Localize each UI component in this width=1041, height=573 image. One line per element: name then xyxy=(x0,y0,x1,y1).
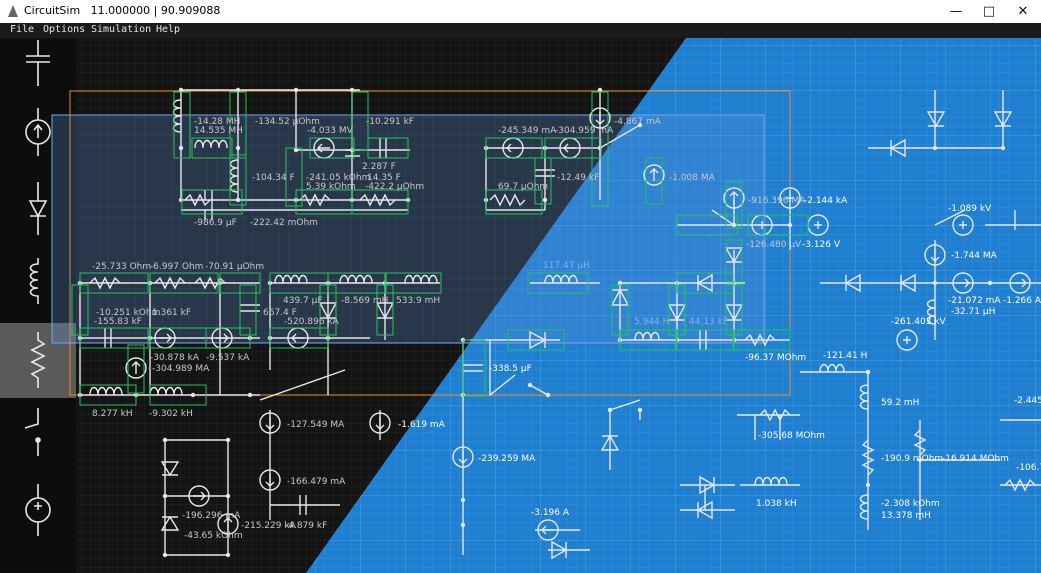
menu-bar: File Options Simulation Help xyxy=(0,23,1041,38)
label: -2.445 xyxy=(1014,396,1041,406)
label: -8.569 mH xyxy=(341,296,388,306)
label: 117.47 μH xyxy=(543,261,590,271)
label: 439.7 μF xyxy=(283,296,323,306)
label: -104.34 F xyxy=(252,173,295,183)
label: -166.479 mA xyxy=(287,477,346,487)
menu-options[interactable]: Options xyxy=(43,24,85,35)
label: 59.2 mH xyxy=(881,398,919,408)
label: -30.878 kA xyxy=(150,353,200,363)
label: -3.196 A xyxy=(531,508,570,518)
minimize-button[interactable]: — xyxy=(939,0,973,23)
label: -338.5 μF xyxy=(489,364,532,374)
label: -261.403 kV xyxy=(891,317,947,327)
label: -121.41 H xyxy=(823,351,867,361)
app-name: CircuitSim xyxy=(24,4,81,17)
label: -3.126 V xyxy=(802,240,841,250)
label: -222.42 mOhm xyxy=(250,218,318,228)
label: -520.896 kA xyxy=(284,317,340,327)
label: -916.396 MA xyxy=(748,196,806,206)
label: 69.7 μOhm xyxy=(498,182,548,192)
label: -304.989 MA xyxy=(152,364,210,374)
menu-file[interactable]: File xyxy=(10,24,34,35)
label: 8.277 kH xyxy=(92,409,133,419)
label: -43.65 kOhm xyxy=(184,531,243,541)
label: -190.9 mOhm xyxy=(881,454,943,464)
label: -16.914 MOhm xyxy=(942,454,1009,464)
label: -25.733 Ohm xyxy=(92,262,151,272)
label: -4.867 mA xyxy=(614,117,662,127)
label: -245.349 mA xyxy=(498,126,557,136)
label: -305.68 MOhm xyxy=(758,431,825,441)
label: -9.537 kA xyxy=(206,353,250,363)
label: -9.302 kH xyxy=(149,409,193,419)
label: 5.944 H xyxy=(634,317,669,327)
app-icon xyxy=(8,5,18,17)
label: -1.089 kV xyxy=(948,204,992,214)
label: 44.13 kF xyxy=(689,317,728,327)
label: -2.308 kOhm xyxy=(881,499,940,509)
circuit-canvas[interactable]: -14.28 MH 14.535 MH -134.52 μOhm -4.033 … xyxy=(0,38,1041,573)
label: -127.549 MA xyxy=(287,420,345,430)
label: 533.9 mH xyxy=(396,296,440,306)
label: -1.266 A xyxy=(1003,296,1041,306)
label: -21.072 mA xyxy=(948,296,1001,306)
status-readout: 11.000000 | 90.909088 xyxy=(90,4,221,17)
close-button[interactable]: ✕ xyxy=(1006,0,1040,23)
label: -1.008 MA xyxy=(669,173,716,183)
label: -155.83 kF xyxy=(94,317,142,327)
label: 14.535 MH xyxy=(194,126,243,136)
label: 1.038 kH xyxy=(756,499,797,509)
label: -96.37 MOhm xyxy=(745,353,806,363)
label: 13.378 mH xyxy=(881,511,931,521)
label: -196.296 mA xyxy=(182,511,241,521)
menu-simulation[interactable]: Simulation xyxy=(91,24,151,35)
label: -1.744 MA xyxy=(951,251,998,261)
label: -70.91 μOhm xyxy=(205,262,264,272)
label: 2.287 F xyxy=(362,162,396,172)
label: -126.480 μV xyxy=(746,240,802,250)
window-title: CircuitSim 11.000000 | 90.909088 xyxy=(24,4,220,17)
label: -106.7 xyxy=(1016,463,1041,473)
label: -12.49 kF xyxy=(557,173,599,183)
label: 1.361 kF xyxy=(152,308,191,318)
menu-help[interactable]: Help xyxy=(156,24,180,35)
label: -1.619 mA xyxy=(398,420,446,430)
label: -4.879 kF xyxy=(285,521,327,531)
label: -32.71 μH xyxy=(951,307,995,317)
label: 5.39 kOhm xyxy=(306,182,356,192)
label: -6.997 Ohm xyxy=(150,262,203,272)
label: -422.2 μOhm xyxy=(365,182,424,192)
circuit-svg[interactable]: -14.28 MH 14.535 MH -134.52 μOhm -4.033 … xyxy=(0,38,1041,573)
title-bar: CircuitSim 11.000000 | 90.909088 — □ ✕ xyxy=(0,0,1041,23)
maximize-button[interactable]: □ xyxy=(972,0,1006,23)
label: -304.959 mA xyxy=(555,126,614,136)
label: -239.259 MA xyxy=(478,454,536,464)
label: -986.9 μF xyxy=(194,218,237,228)
label: -2.144 kA xyxy=(804,196,848,206)
label: -10.291 kF xyxy=(366,117,414,127)
label: -4.033 MV xyxy=(307,126,354,136)
